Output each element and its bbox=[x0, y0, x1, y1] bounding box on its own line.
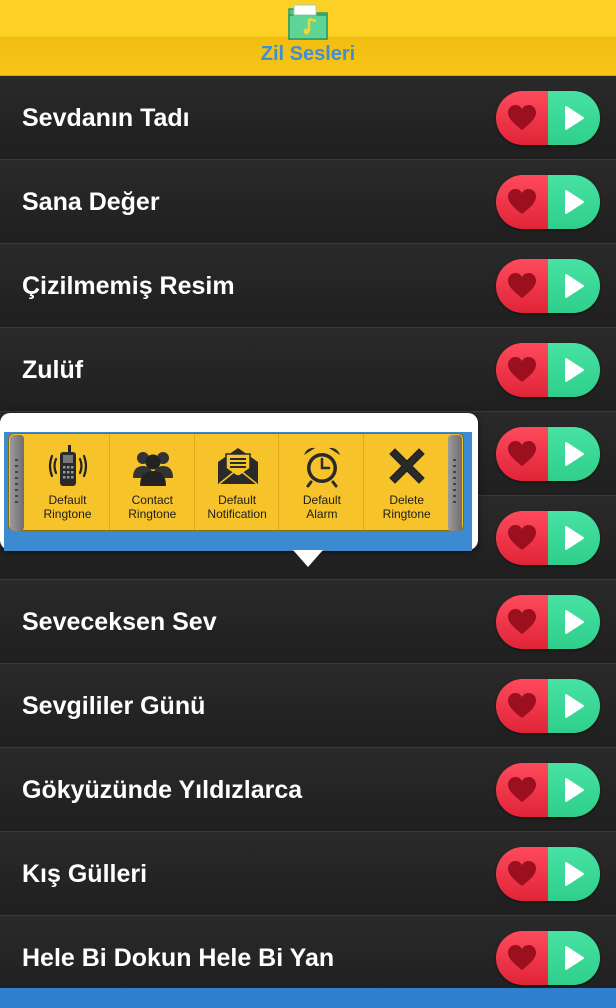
song-actions bbox=[496, 427, 600, 481]
play-icon bbox=[565, 190, 584, 214]
play-icon bbox=[565, 778, 584, 802]
song-actions bbox=[496, 91, 600, 145]
song-title: Zulüf bbox=[22, 356, 84, 384]
heart-icon bbox=[508, 945, 536, 970]
favorite-button[interactable] bbox=[496, 931, 548, 985]
action-list: Default Ringtone Contact Ringtone Defaul… bbox=[25, 434, 449, 530]
favorite-button[interactable] bbox=[496, 595, 548, 649]
favorite-button[interactable] bbox=[496, 343, 548, 397]
play-button[interactable] bbox=[548, 847, 600, 901]
list-item[interactable]: Sevdanın Tadı bbox=[0, 76, 616, 160]
list-item[interactable]: Sevgililer Günü bbox=[0, 664, 616, 748]
play-button[interactable] bbox=[548, 679, 600, 733]
song-title: Gökyüzünde Yıldızlarca bbox=[22, 776, 303, 804]
default-ringtone-button[interactable]: Default Ringtone bbox=[25, 434, 110, 530]
heart-icon bbox=[508, 777, 536, 802]
song-actions bbox=[496, 343, 600, 397]
heart-icon bbox=[508, 273, 536, 298]
envelope-icon bbox=[217, 448, 258, 485]
default-alarm-button[interactable]: Default Alarm bbox=[279, 434, 365, 530]
favorite-button[interactable] bbox=[496, 847, 548, 901]
bottom-bar bbox=[0, 988, 616, 1008]
app-header: Zil Sesleri bbox=[0, 0, 616, 76]
song-title: Sevgililer Günü bbox=[22, 692, 206, 720]
alarm-clock-icon bbox=[304, 447, 341, 488]
song-title: Kış Gülleri bbox=[22, 860, 148, 888]
action-tray: Default Ringtone Contact Ringtone Defaul… bbox=[8, 433, 464, 531]
favorite-button[interactable] bbox=[496, 511, 548, 565]
song-title: Sana Değer bbox=[22, 188, 160, 216]
play-button[interactable] bbox=[548, 343, 600, 397]
ringtone-action-popup: Default Ringtone Contact Ringtone Defaul… bbox=[0, 413, 478, 551]
play-icon bbox=[565, 862, 584, 886]
song-actions bbox=[496, 763, 600, 817]
phone-icon bbox=[48, 445, 88, 486]
song-title: Sevdanın Tadı bbox=[22, 104, 190, 132]
song-actions bbox=[496, 259, 600, 313]
list-item[interactable]: Kış Gülleri bbox=[0, 832, 616, 916]
song-actions bbox=[496, 847, 600, 901]
play-icon bbox=[565, 358, 584, 382]
music-folder-icon bbox=[288, 4, 328, 40]
play-icon bbox=[565, 946, 584, 970]
app-screen: Zil Sesleri Sevdanın Tadı Sana Değer Çiz… bbox=[0, 0, 616, 1008]
popup-pointer bbox=[293, 550, 323, 567]
list-item[interactable]: Zulüf bbox=[0, 328, 616, 412]
list-item[interactable]: Sana Değer bbox=[0, 160, 616, 244]
heart-icon bbox=[508, 105, 536, 130]
play-icon bbox=[565, 694, 584, 718]
heart-icon bbox=[508, 861, 536, 886]
delete-ringtone-button[interactable]: Delete Ringtone bbox=[364, 434, 449, 530]
heart-icon bbox=[508, 357, 536, 382]
tray-left-handle bbox=[10, 435, 24, 531]
action-label: Default Alarm bbox=[302, 493, 341, 521]
tray-right-handle bbox=[448, 435, 462, 531]
list-item[interactable]: Seveceksen Sev bbox=[0, 580, 616, 664]
favorite-button[interactable] bbox=[496, 259, 548, 313]
song-actions bbox=[496, 175, 600, 229]
play-button[interactable] bbox=[548, 595, 600, 649]
favorite-button[interactable] bbox=[496, 427, 548, 481]
list-item[interactable]: Çizilmemiş Resim bbox=[0, 244, 616, 328]
favorite-button[interactable] bbox=[496, 91, 548, 145]
play-button[interactable] bbox=[548, 175, 600, 229]
default-notification-button[interactable]: Default Notification bbox=[195, 434, 280, 530]
song-title: Seveceksen Sev bbox=[22, 608, 217, 636]
popup-panel: Default Ringtone Contact Ringtone Defaul… bbox=[4, 432, 472, 551]
play-icon bbox=[565, 526, 584, 550]
play-button[interactable] bbox=[548, 931, 600, 985]
favorite-button[interactable] bbox=[496, 175, 548, 229]
contact-ringtone-button[interactable]: Contact Ringtone bbox=[110, 434, 195, 530]
play-icon bbox=[565, 442, 584, 466]
song-actions bbox=[496, 511, 600, 565]
favorite-button[interactable] bbox=[496, 763, 548, 817]
song-actions bbox=[496, 679, 600, 733]
heart-icon bbox=[508, 189, 536, 214]
list-item[interactable]: Gökyüzünde Yıldızlarca bbox=[0, 748, 616, 832]
app-title: Zil Sesleri bbox=[260, 43, 356, 65]
play-button[interactable] bbox=[548, 259, 600, 313]
play-icon bbox=[565, 274, 584, 298]
action-label: Default Notification bbox=[207, 493, 267, 521]
song-actions bbox=[496, 931, 600, 985]
heart-icon bbox=[508, 525, 536, 550]
song-title: Çizilmemiş Resim bbox=[22, 272, 235, 300]
action-label: Contact Ringtone bbox=[128, 493, 177, 521]
play-button[interactable] bbox=[548, 427, 600, 481]
action-label: Delete Ringtone bbox=[382, 493, 431, 521]
play-button[interactable] bbox=[548, 91, 600, 145]
play-button[interactable] bbox=[548, 511, 600, 565]
play-icon bbox=[565, 106, 584, 130]
heart-icon bbox=[508, 609, 536, 634]
action-label: Default Ringtone bbox=[43, 493, 92, 521]
song-actions bbox=[496, 595, 600, 649]
play-icon bbox=[565, 610, 584, 634]
delete-x-icon bbox=[389, 448, 425, 484]
heart-icon bbox=[508, 441, 536, 466]
play-button[interactable] bbox=[548, 763, 600, 817]
contacts-icon bbox=[132, 452, 173, 486]
heart-icon bbox=[508, 693, 536, 718]
favorite-button[interactable] bbox=[496, 679, 548, 733]
